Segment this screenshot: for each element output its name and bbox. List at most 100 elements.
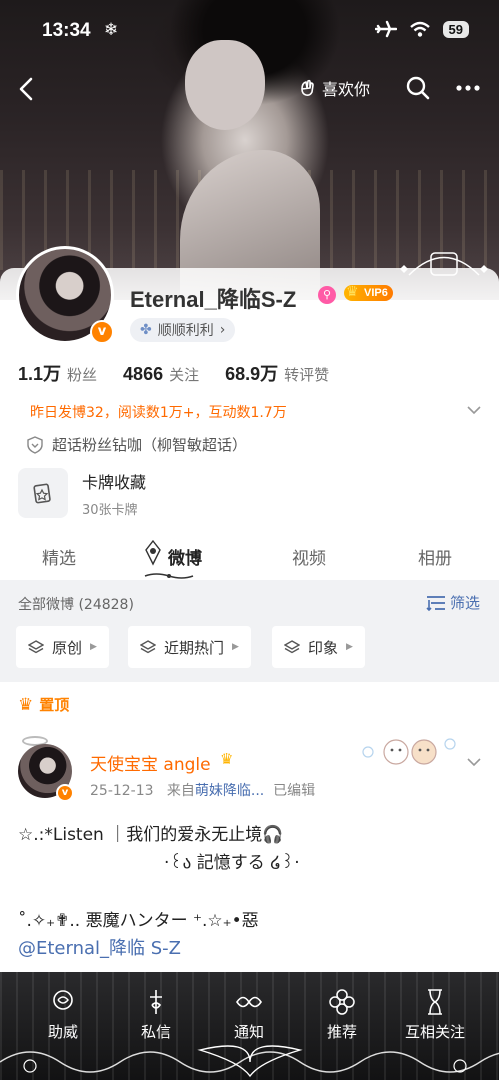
tab-album[interactable]: 相册 <box>418 544 452 569</box>
bottom-bar-label: 私信 <box>140 1023 171 1041</box>
profile-avatar-wrap[interactable]: v <box>16 246 116 346</box>
status-bar: 13:34 ❄ 59 <box>0 0 499 66</box>
post-text-line: ☆.:*Listen ｜我们的爱永无止境🎧 <box>18 825 284 845</box>
like-you-button[interactable]: 喜欢你 <box>298 76 370 100</box>
tab-ornament-icon <box>145 540 161 566</box>
cheer-icon <box>53 990 73 1010</box>
tag-label: 顺顺利利 <box>157 323 214 339</box>
post-text-line: ·꒰ა 記憶する ໒꒱· <box>164 853 300 873</box>
status-icons: 59 <box>374 20 469 38</box>
post-mention-link[interactable]: @Eternal_降临 S-Z <box>18 934 181 960</box>
airplane-icon <box>374 20 397 38</box>
recommend-button[interactable]: 推荐 <box>297 972 387 1042</box>
filter-label: 筛选 <box>450 594 481 612</box>
profile-tag-chip[interactable]: ✤ 顺顺利利 › <box>130 318 236 342</box>
like-you-label: 喜欢你 <box>322 80 371 99</box>
caret-right-icon: ▶ <box>346 642 353 652</box>
card-collection-title: 卡牌收藏 <box>82 472 147 492</box>
profile-tabs: 精选 微博 视频 相册 <box>0 536 499 580</box>
card-collection-row[interactable]: 卡牌收藏 30张卡牌 <box>18 468 146 518</box>
stat-label: 关注 <box>169 366 200 384</box>
bottom-action-bar: 助威 私信 通知 推荐 互相关注 <box>0 972 499 1080</box>
card-collection-text: 卡牌收藏 30张卡牌 <box>82 469 146 518</box>
stat-value: 4866 <box>123 364 164 384</box>
chip-label: 近期热门 <box>164 638 225 657</box>
search-icon[interactable] <box>404 74 432 102</box>
post-source-prefix: 来自 <box>166 783 195 799</box>
stat-label: 粉丝 <box>67 366 98 384</box>
stat-label: 转评赞 <box>284 366 330 384</box>
caret-right-icon: ▶ <box>232 642 239 652</box>
message-icon <box>150 990 162 1014</box>
bottom-bar-label: 助威 <box>47 1023 78 1041</box>
superfan-badge-icon[interactable]: ⚲ <box>318 286 336 304</box>
notify-button[interactable]: 通知 <box>204 972 294 1042</box>
author-crown-icon: ♛ <box>220 750 234 768</box>
cheer-button[interactable]: 助威 <box>18 972 108 1042</box>
message-button[interactable]: 私信 <box>111 972 201 1042</box>
feed-header: 全部微博 (24828) 筛选 原创 ▶ 近期热门 ▶ 印象 ▶ <box>0 580 499 682</box>
stat-value: 68.9万 <box>225 364 279 384</box>
pinned-indicator: ♛ 置顶 <box>18 694 69 715</box>
tab-active-underline <box>144 573 194 579</box>
filter-icon <box>426 595 445 611</box>
card-collection-icon <box>18 468 68 518</box>
post-text-line: ˚.✧₊✟.. 悪魔ハンター ⁺.☆₊•惡 <box>18 911 259 931</box>
profile-username: Eternal_降临S-Z <box>130 287 297 312</box>
more-options-icon[interactable] <box>454 74 482 102</box>
layers-icon <box>28 640 44 654</box>
post-meta: 25-12-13 来自萌妹降临... 已编辑 <box>90 780 315 800</box>
stat-followers[interactable]: 1.1万 粉丝 <box>18 360 97 386</box>
stat-value: 1.1万 <box>18 364 62 384</box>
mutual-follow-icon <box>428 989 442 1015</box>
post-edited: 已编辑 <box>273 783 316 799</box>
notify-icon <box>236 996 262 1008</box>
pinned-label: 置顶 <box>39 696 70 714</box>
top-navigation: 喜欢你 <box>0 70 499 110</box>
chevron-right-icon: › <box>219 322 226 338</box>
shield-icon <box>27 435 43 454</box>
verified-badge-icon: v <box>90 320 114 344</box>
status-time: 13:34 <box>42 20 91 41</box>
supertopic-row[interactable]: 超话粉丝钻咖（柳智敏超话） <box>26 434 247 455</box>
supertopic-label: 超话粉丝钻咖（柳智敏超话） <box>52 436 248 454</box>
chip-original[interactable]: 原创 ▶ <box>16 626 109 668</box>
mutual-follow-button[interactable]: 互相关注 <box>390 972 480 1042</box>
profile-card: v Eternal_降临S-Z ⚲ VIP6 ♛ ✤ 顺顺利利 › 1.1万 粉丝… <box>0 246 499 580</box>
wifi-icon <box>409 21 430 37</box>
chip-impression[interactable]: 印象 ▶ <box>272 626 365 668</box>
chevron-down-icon[interactable] <box>466 754 482 770</box>
chip-label: 印象 <box>308 638 339 657</box>
verified-badge-icon: v <box>56 784 74 802</box>
post-date: 25-12-13 <box>90 783 154 799</box>
profile-stats: 1.1万 粉丝 4866 关注 68.9万 转评赞 <box>18 360 329 386</box>
filter-button[interactable]: 筛选 <box>426 592 480 613</box>
stat-following[interactable]: 4866 关注 <box>123 364 199 385</box>
battery-indicator: 59 <box>442 20 469 38</box>
layers-icon <box>140 640 156 654</box>
crown-icon: ♛ <box>346 284 359 300</box>
recommend-icon <box>329 989 355 1015</box>
clover-icon: ✤ <box>140 322 152 338</box>
pinned-crown-icon: ♛ <box>18 694 34 715</box>
back-arrow-icon[interactable] <box>12 74 42 104</box>
activity-summary[interactable]: 昨日发博32，阅读数1万+，互动数1.7万 <box>30 402 287 422</box>
animal-sticker-decoration <box>362 738 456 765</box>
bottom-bar-label: 通知 <box>233 1023 264 1041</box>
stat-interactions[interactable]: 68.9万 转评赞 <box>225 360 329 386</box>
tab-featured[interactable]: 精选 <box>42 544 76 569</box>
tab-video[interactable]: 视频 <box>292 544 326 569</box>
post-source[interactable]: 萌妹降临... <box>195 783 264 799</box>
bottom-bar-label: 推荐 <box>326 1023 357 1041</box>
chevron-down-icon[interactable] <box>466 402 482 418</box>
tab-weibo[interactable]: 微博 <box>168 544 202 569</box>
layers-icon <box>284 640 300 654</box>
card-collection-subtitle: 30张卡牌 <box>82 502 138 518</box>
chip-recent-hot[interactable]: 近期热门 ▶ <box>128 626 251 668</box>
post-author-name[interactable]: 天使宝宝 angle <box>90 750 211 775</box>
pinned-post[interactable]: ♛ 置顶 v 天使宝宝 angle ♛ 25-12-13 来自萌妹降临... 已… <box>0 682 499 972</box>
hand-heart-icon <box>301 79 314 96</box>
chip-label: 原创 <box>52 638 83 657</box>
feed-count: 全部微博 (24828) <box>18 597 134 613</box>
caret-right-icon: ▶ <box>90 642 97 652</box>
